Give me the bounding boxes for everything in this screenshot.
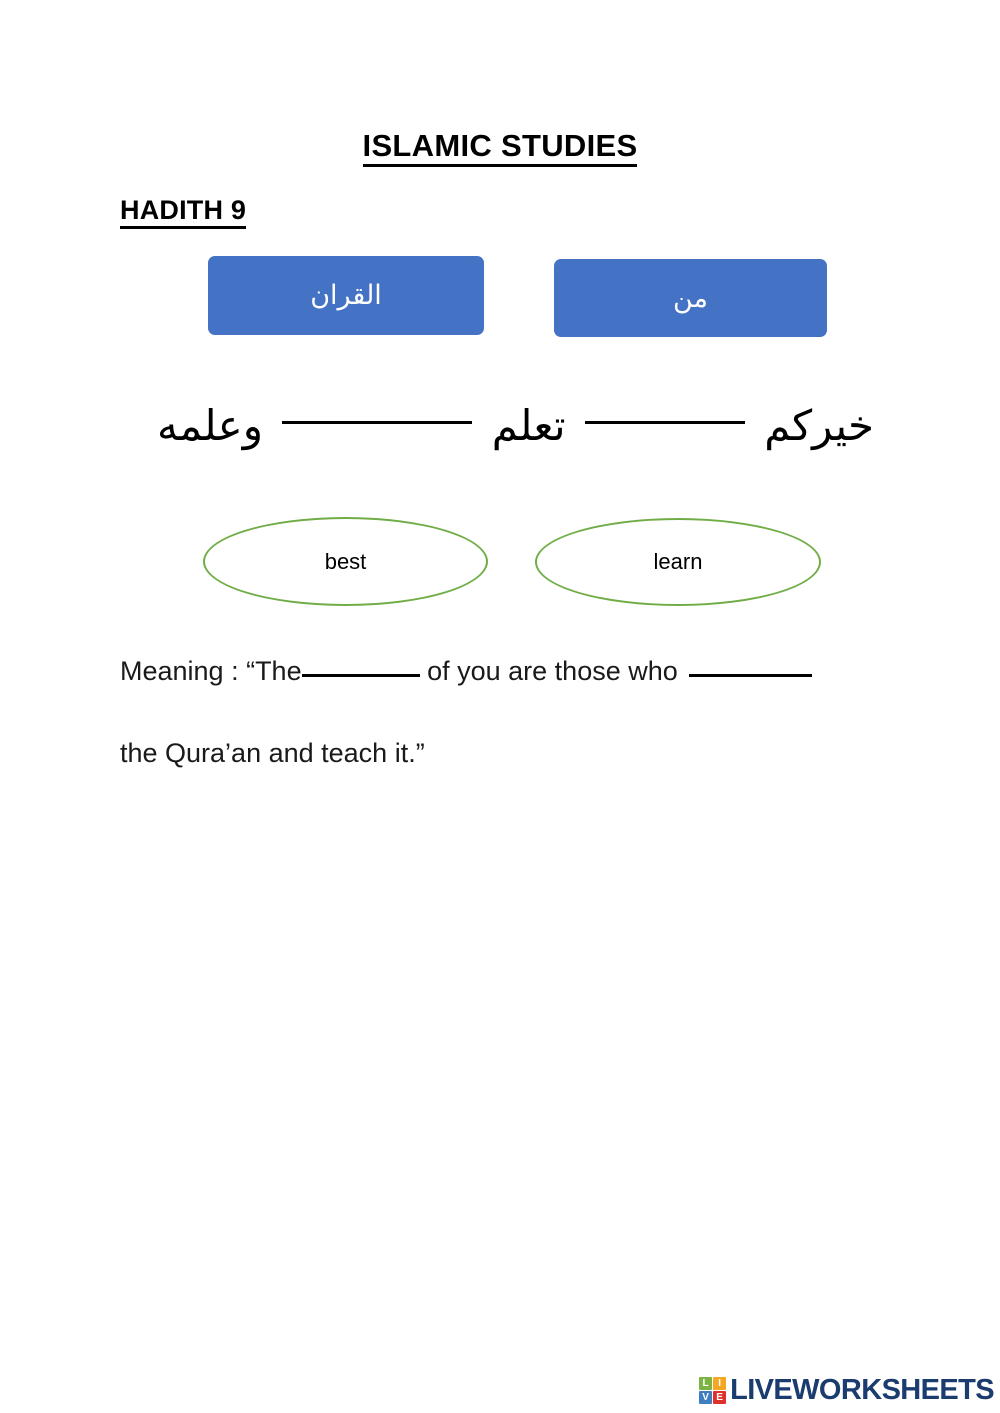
- answer-option-best-label: best: [324, 548, 367, 574]
- logo-wordmark: LIVEWORKSHEETS: [730, 1374, 995, 1406]
- worksheet-page: ISLAMIC STUDIES HADITH 9 القران من خيركم…: [0, 0, 1000, 1413]
- answer-option-best[interactable]: best: [203, 517, 488, 606]
- meaning-blank-2[interactable]: [689, 674, 813, 677]
- liveworksheets-logo: L I V E LIVEWORKSHEETS: [699, 1374, 995, 1407]
- word-bank-item-quran-label: القران: [310, 280, 382, 311]
- logo-tile-i: I: [713, 1377, 727, 1390]
- word-bank-item-min-label: من: [673, 282, 709, 314]
- page-title-text: ISLAMIC STUDIES: [362, 128, 638, 167]
- arabic-word-2: تعلم: [491, 401, 566, 450]
- section-title-text: HADITH 9: [120, 195, 247, 229]
- meaning-middle: of you are those who: [419, 656, 686, 686]
- page-title: ISLAMIC STUDIES: [0, 128, 1000, 167]
- answer-option-learn[interactable]: learn: [535, 518, 821, 606]
- arabic-word-3: وعلمه: [156, 401, 263, 450]
- word-bank-item-quran[interactable]: القران: [208, 256, 484, 335]
- arabic-word-1: خيركم: [764, 401, 874, 450]
- arabic-blank-1[interactable]: [584, 421, 745, 424]
- arabic-blank-2[interactable]: [282, 421, 473, 424]
- word-bank-item-min[interactable]: من: [554, 259, 827, 337]
- section-title: HADITH 9: [120, 195, 247, 229]
- meaning-line-2: the Qura’an and teach it.”: [120, 738, 425, 768]
- arabic-hadith-line: خيركم تعلم وعلمه: [120, 398, 880, 455]
- meaning-paragraph: Meaning : “The of you are those who the …: [120, 630, 920, 794]
- logo-tile-e: E: [713, 1391, 727, 1404]
- logo-tile-v: V: [699, 1391, 713, 1404]
- answer-option-learn-label: learn: [653, 549, 703, 574]
- meaning-blank-1[interactable]: [301, 674, 420, 677]
- logo-tile-grid: L I V E: [699, 1377, 727, 1404]
- meaning-prefix: Meaning : “The: [120, 656, 302, 686]
- logo-tile-l: L: [699, 1377, 713, 1390]
